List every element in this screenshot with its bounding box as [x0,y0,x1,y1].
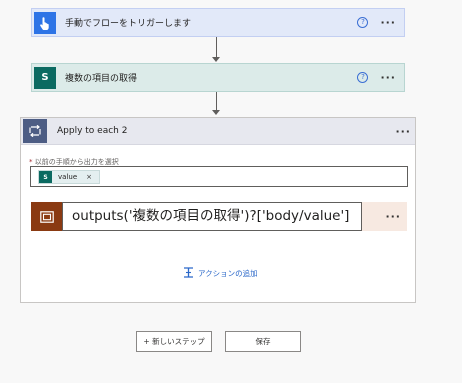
get-items-card[interactable]: S 複数の項目の取得 ? ··· [31,63,405,92]
add-action-icon [183,267,194,280]
value-token-label: value [58,173,78,181]
select-output-field[interactable]: S value × [30,166,408,187]
connector-line [216,37,217,57]
trigger-card[interactable]: 手動でフローをトリガーします ? ··· [31,8,405,37]
trigger-more-options-icon[interactable]: ··· [380,16,396,29]
touch-hand-icon [34,11,56,34]
remove-token-icon[interactable]: × [86,173,92,181]
compose-action-header[interactable]: ··· [362,202,407,231]
connector-line [216,92,217,110]
sharepoint-icon: S [39,171,52,183]
apply-to-each-title: Apply to each 2 [57,126,128,136]
help-icon[interactable]: ? [357,17,369,28]
add-action-link[interactable]: アクションの追加 [183,267,258,280]
add-action-label: アクションの追加 [198,269,258,278]
loop-icon [23,119,47,143]
apply-to-each-header[interactable]: Apply to each 2 ··· [21,118,415,145]
apply-to-each-card: Apply to each 2 ··· * 以前の手順から出力を選択 S val… [20,117,416,303]
sharepoint-icon: S [34,66,56,89]
compose-icon [31,202,62,231]
compose-more-options-icon[interactable]: ··· [385,210,401,223]
select-output-label-text: 以前の手順から出力を選択 [34,158,119,166]
compose-action-row: outputs('複数の項目の取得')?['body/value'] ··· [31,202,407,231]
connector-arrow-icon [212,57,220,62]
help-icon[interactable]: ? [357,72,369,83]
new-step-button[interactable]: + 新しいステップ [136,331,212,352]
expression-input[interactable]: outputs('複数の項目の取得')?['body/value'] [62,202,362,231]
value-token[interactable]: S value × [38,170,100,184]
get-items-more-options-icon[interactable]: ··· [380,71,396,84]
get-items-title: 複数の項目の取得 [65,74,138,84]
connector-arrow-icon [212,110,220,115]
trigger-title: 手動でフローをトリガーします [65,19,192,29]
apply-to-each-more-options-icon[interactable]: ··· [395,125,411,138]
required-marker: * [29,158,33,166]
flow-designer-canvas: 手動でフローをトリガーします ? ··· S 複数の項目の取得 ? ··· Ap… [0,0,462,383]
save-button[interactable]: 保存 [225,331,301,352]
